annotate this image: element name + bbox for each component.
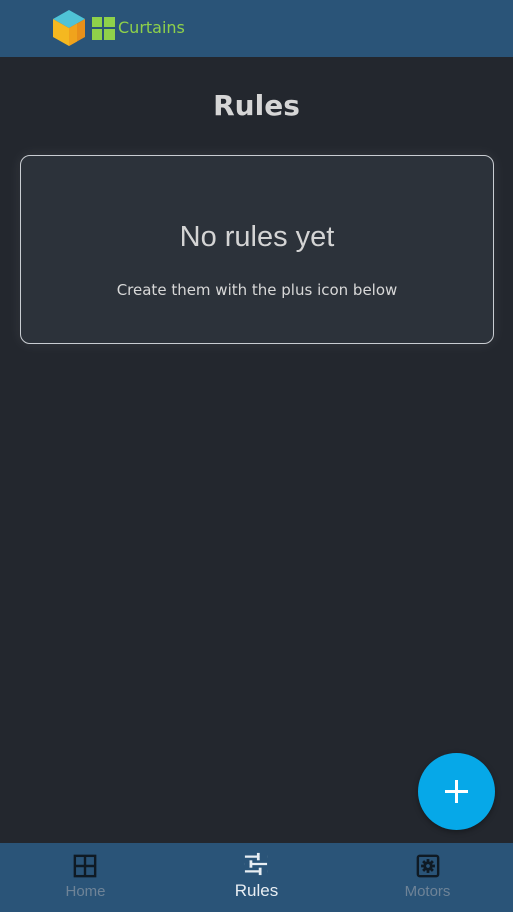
- nav-item-motors[interactable]: Motors: [342, 843, 513, 912]
- empty-state-title: No rules yet: [179, 221, 335, 253]
- empty-state-subtitle: Create them with the plus icon below: [116, 281, 398, 299]
- app-screen: Curtains Rules No rules yet Create them …: [0, 0, 513, 912]
- add-rule-button[interactable]: [418, 753, 495, 830]
- nav-label-rules: Rules: [234, 881, 279, 900]
- sliders-icon: [244, 852, 268, 876]
- cube-logo-icon: [53, 10, 85, 46]
- grid-icon: [73, 854, 97, 878]
- page-title: Rules: [213, 89, 300, 122]
- grid-logo-icon: [92, 17, 115, 40]
- nav-item-rules[interactable]: Rules: [171, 843, 342, 912]
- nav-label-motors: Motors: [404, 883, 451, 900]
- nav-item-home[interactable]: Home: [0, 843, 171, 912]
- empty-state-card: No rules yet Create them with the plus i…: [20, 155, 494, 344]
- top-bar: Curtains: [0, 0, 513, 57]
- bottom-nav: Home Rules Motors: [0, 843, 513, 912]
- gear-icon: [416, 854, 440, 878]
- brand-name: Curtains: [118, 18, 185, 37]
- nav-label-home: Home: [65, 883, 106, 900]
- plus-icon: [445, 780, 468, 803]
